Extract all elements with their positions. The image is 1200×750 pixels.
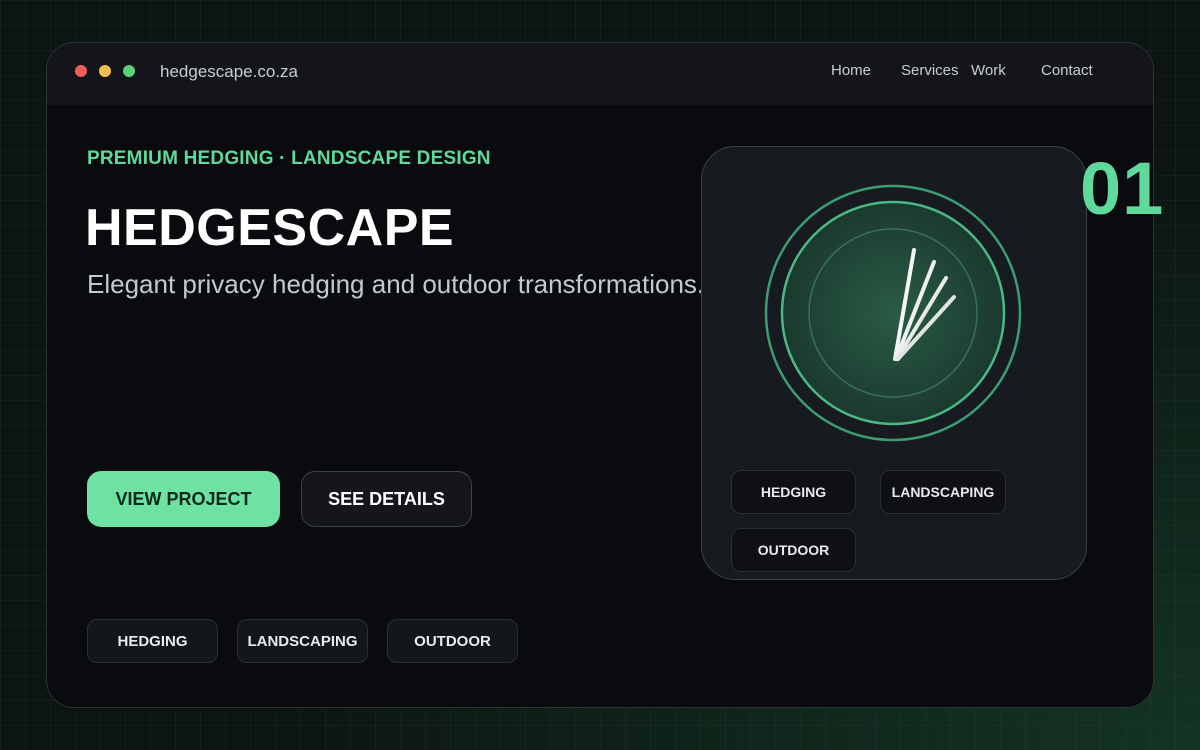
nav-link-services[interactable]: Services	[901, 62, 959, 79]
close-window-button[interactable]	[75, 65, 87, 77]
nav-link-home[interactable]: Home	[831, 62, 871, 79]
view-project-button[interactable]: VIEW PROJECT	[87, 471, 280, 527]
title-bar: hedgescape.co.za Home Services Work Cont…	[47, 43, 1153, 105]
see-details-button[interactable]: SEE DETAILS	[301, 471, 472, 527]
minimize-window-button[interactable]	[99, 65, 111, 77]
slide-number: 01	[1080, 147, 1165, 230]
nav-link-work[interactable]: Work	[971, 62, 1006, 79]
tag-landscaping: LANDSCAPING	[237, 619, 368, 663]
url-text: hedgescape.co.za	[160, 62, 298, 81]
hero-subtitle: Elegant privacy hedging and outdoor tran…	[87, 269, 705, 299]
hero-title: HEDGESCAPE	[85, 199, 455, 257]
card-tag-hedging: HEDGING	[731, 470, 856, 514]
card-tag-landscaping: LANDSCAPING	[880, 470, 1006, 514]
tag-hedging: HEDGING	[87, 619, 218, 663]
maximize-window-button[interactable]	[123, 65, 135, 77]
hero-eyebrow: PREMIUM HEDGING · LANDSCAPE DESIGN	[87, 148, 491, 169]
tag-outdoor: OUTDOOR	[387, 619, 518, 663]
nav-link-contact[interactable]: Contact	[1041, 62, 1093, 79]
hedge-emblem	[764, 184, 1022, 442]
project-card: HEDGING LANDSCAPING OUTDOOR	[701, 146, 1087, 580]
browser-window: hedgescape.co.za Home Services Work Cont…	[46, 42, 1154, 708]
card-tag-outdoor: OUTDOOR	[731, 528, 856, 572]
